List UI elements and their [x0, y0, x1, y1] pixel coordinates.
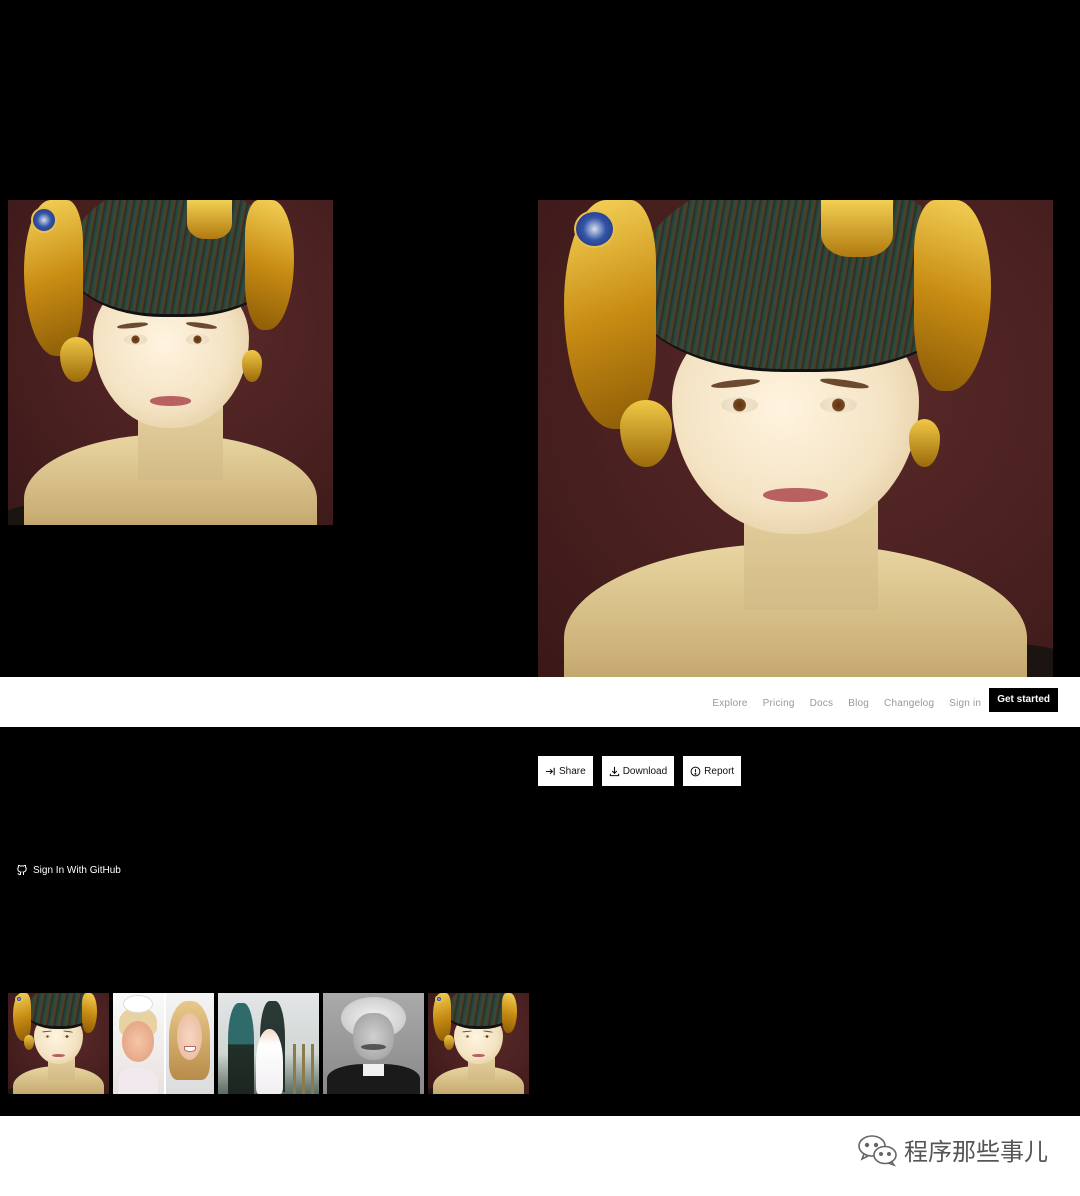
nav-link-pricing[interactable]: Pricing [763, 698, 795, 709]
thumbnail-children[interactable] [113, 993, 214, 1094]
nav-link-blog[interactable]: Blog [848, 698, 869, 709]
example-thumbnails [8, 993, 529, 1094]
share-label: Share [559, 765, 586, 777]
download-icon [609, 766, 620, 777]
thumbnail-portrait-restored[interactable] [428, 993, 529, 1094]
output-image [538, 200, 1053, 677]
share-icon [545, 766, 556, 777]
thumbnail-einstein[interactable] [323, 993, 424, 1094]
thumbnail-family[interactable] [218, 993, 319, 1094]
input-image [8, 200, 333, 525]
image-actions: Share Download Report [538, 756, 742, 786]
nav-link-changelog[interactable]: Changelog [884, 698, 934, 709]
report-icon [690, 766, 701, 777]
wechat-watermark: 程序那些事儿 [856, 1132, 1048, 1167]
sign-in-with-github-button[interactable]: Sign In With GitHub [16, 864, 121, 876]
nav-link-docs[interactable]: Docs [810, 698, 834, 709]
share-button[interactable]: Share [538, 756, 593, 786]
github-icon [16, 864, 28, 876]
footer: 程序那些事儿 [0, 1116, 1080, 1196]
report-label: Report [704, 765, 735, 777]
github-signin-label: Sign In With GitHub [33, 864, 121, 876]
wechat-icon [856, 1133, 898, 1167]
top-nav-bar: Explore Pricing Docs Blog Changelog Sign… [0, 677, 1080, 727]
page: Explore Pricing Docs Blog Changelog Sign… [0, 0, 1080, 1196]
nav-link-sign-in[interactable]: Sign in [949, 698, 981, 709]
get-started-button[interactable]: Get started [989, 688, 1058, 712]
nav-link-explore[interactable]: Explore [712, 698, 747, 709]
report-button[interactable]: Report [683, 756, 742, 786]
watermark-text: 程序那些事儿 [904, 1139, 1048, 1166]
download-label: Download [622, 765, 668, 777]
download-button[interactable]: Download [601, 756, 675, 786]
thumbnail-portrait[interactable] [8, 993, 109, 1094]
nav-links: Explore Pricing Docs Blog Changelog Sign… [697, 688, 1058, 712]
